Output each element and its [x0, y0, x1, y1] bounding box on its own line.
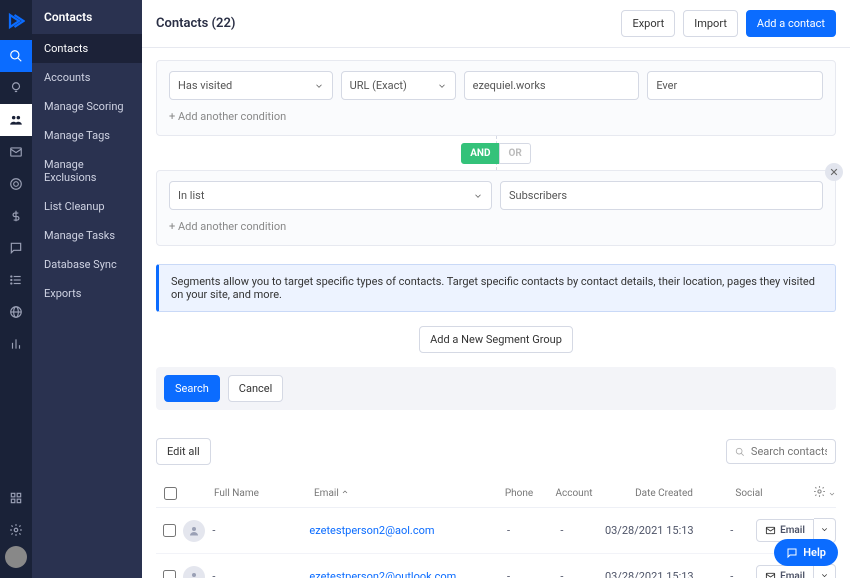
import-button[interactable]: Import [683, 10, 738, 37]
cell-email[interactable]: ezetestperson2@outlook.com [309, 570, 456, 578]
brand-logo[interactable] [5, 10, 27, 32]
col-account[interactable]: Account [544, 488, 604, 499]
sidebar-item-manage-tags[interactable]: Manage Tags [32, 121, 142, 150]
bulb-icon[interactable] [0, 72, 32, 104]
chevron-down-icon [314, 81, 324, 91]
sidebar-item-database-sync[interactable]: Database Sync [32, 250, 142, 279]
cell-account: - [533, 570, 591, 578]
mail-icon [765, 525, 776, 536]
search-icon[interactable] [0, 40, 32, 72]
email-button[interactable]: Email [756, 565, 814, 578]
page-title: Contacts (22) [156, 16, 235, 31]
export-button[interactable]: Export [621, 10, 675, 37]
sidebar-item-manage-tasks[interactable]: Manage Tasks [32, 221, 142, 250]
dollar-icon[interactable] [0, 200, 32, 232]
search-contacts-input[interactable] [751, 445, 827, 458]
add-contact-button[interactable]: Add a contact [746, 10, 836, 37]
url-value-input[interactable] [464, 71, 640, 100]
cell-account: - [533, 524, 591, 537]
cell-date: 03/28/2021 15:13 [591, 524, 708, 537]
edit-all-button[interactable]: Edit all [156, 438, 211, 465]
sidebar-item-list-cleanup[interactable]: List Cleanup [32, 192, 142, 221]
reports-icon[interactable] [0, 328, 32, 360]
cell-date: 03/28/2021 15:13 [591, 570, 708, 578]
topbar: Contacts (22) Export Import Add a contac… [142, 0, 850, 48]
globe-icon[interactable] [0, 296, 32, 328]
cell-phone: - [484, 524, 533, 537]
col-fullname[interactable]: Full Name [214, 488, 314, 499]
user-avatar[interactable] [5, 546, 27, 568]
list-icon[interactable] [0, 264, 32, 296]
chevron-down-icon [473, 191, 483, 201]
cell-name: - [212, 524, 309, 537]
search-icon [735, 446, 745, 458]
cell-social: - [708, 524, 757, 537]
cell-name: - [212, 570, 309, 578]
sidebar-item-exports[interactable]: Exports [32, 279, 142, 308]
select-all-checkbox[interactable] [164, 487, 177, 500]
table-row: -ezetestperson2@aol.com--03/28/2021 15:1… [156, 508, 836, 554]
chat-icon [786, 547, 798, 559]
cell-social: - [708, 570, 757, 578]
segment-info-banner: Segments allow you to target specific ty… [156, 264, 836, 312]
remove-segment-button[interactable]: ✕ [825, 163, 843, 181]
avatar [183, 566, 205, 578]
search-button[interactable]: Search [164, 375, 220, 402]
avatar [183, 520, 205, 542]
sidebar-item-contacts[interactable]: Contacts [32, 34, 142, 63]
target-icon[interactable] [0, 168, 32, 200]
add-condition-link[interactable]: + Add another condition [169, 216, 823, 237]
mail-icon [765, 571, 776, 578]
chat-icon[interactable] [0, 232, 32, 264]
table-header: Full Name Email Phone Account Date Creat… [156, 479, 836, 508]
apps-icon[interactable] [0, 482, 32, 514]
row-checkbox[interactable] [163, 524, 176, 537]
gear-icon[interactable] [0, 514, 32, 546]
sidebar-item-manage-scoring[interactable]: Manage Scoring [32, 92, 142, 121]
condition-type-select[interactable]: Has visited [169, 71, 333, 100]
table-row: -ezetestperson2@outlook.com--03/28/2021 … [156, 554, 836, 578]
cell-phone: - [484, 570, 533, 578]
condition-type-select[interactable]: In list [169, 181, 492, 210]
sidebar-title: Contacts [32, 0, 142, 34]
contacts-icon[interactable] [0, 104, 32, 136]
main: Contacts (22) Export Import Add a contac… [142, 0, 850, 578]
add-segment-group-button[interactable]: Add a New Segment Group [419, 326, 573, 353]
or-toggle[interactable]: OR [499, 143, 530, 164]
sort-asc-icon [341, 488, 349, 496]
segment-group-1: Has visited URL (Exact) Ever + Add anoth… [156, 60, 836, 136]
segment-connector: AND OR [156, 136, 836, 170]
row-actions-dropdown[interactable] [814, 564, 836, 578]
timeframe-select[interactable]: Ever [647, 71, 823, 100]
sidebar-item-accounts[interactable]: Accounts [32, 63, 142, 92]
sidebar: Contacts ContactsAccountsManage ScoringM… [32, 0, 142, 578]
and-toggle[interactable]: AND [461, 143, 499, 164]
mail-icon[interactable] [0, 136, 32, 168]
col-date[interactable]: Date Created [604, 488, 724, 499]
table-settings-icon[interactable] [813, 485, 836, 501]
sidebar-item-manage-exclusions[interactable]: Manage Exclusions [32, 150, 142, 192]
list-value-input[interactable] [500, 181, 823, 210]
url-mode-select[interactable]: URL (Exact) [341, 71, 456, 100]
segment-group-2: ✕ In list + Add another condition [156, 170, 836, 246]
chevron-down-icon [820, 525, 829, 534]
cell-email[interactable]: ezetestperson2@aol.com [309, 524, 434, 537]
chevron-down-icon [437, 81, 447, 91]
col-email[interactable]: Email [314, 488, 494, 499]
cancel-button[interactable]: Cancel [228, 375, 283, 402]
row-checkbox[interactable] [163, 570, 176, 578]
chevron-down-icon [820, 571, 829, 578]
add-condition-link[interactable]: + Add another condition [169, 106, 823, 127]
icon-rail [0, 0, 32, 578]
col-social[interactable]: Social [724, 488, 774, 499]
action-row: Search Cancel [156, 367, 836, 410]
help-button[interactable]: Help [774, 539, 838, 566]
search-contacts-field[interactable] [726, 439, 836, 464]
col-phone[interactable]: Phone [494, 488, 544, 499]
